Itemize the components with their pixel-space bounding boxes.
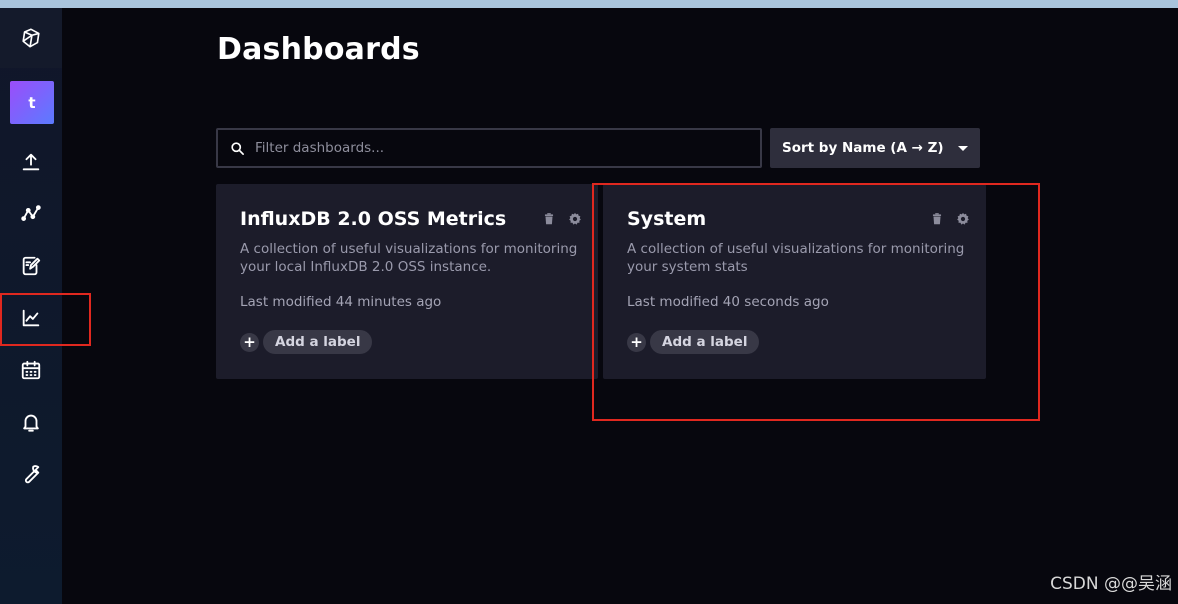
wrench-icon [24, 465, 40, 484]
trash-icon[interactable] [930, 212, 944, 226]
gear-icon[interactable] [568, 212, 582, 226]
influx-logo-icon [22, 28, 40, 48]
label-row: + Add a label [627, 330, 760, 354]
org-avatar[interactable]: t [10, 81, 54, 124]
add-label-button[interactable]: Add a label [263, 330, 373, 354]
sidebar-item-dashboards[interactable] [0, 296, 62, 340]
sort-dropdown-label: Sort by Name (A → Z) [782, 140, 944, 156]
add-label-plus-icon[interactable]: + [627, 332, 646, 352]
add-label-button[interactable]: Add a label [650, 330, 760, 354]
bell-icon [23, 414, 39, 432]
org-avatar-initial: t [28, 93, 36, 112]
search-box[interactable] [216, 128, 762, 168]
trash-icon[interactable] [542, 212, 556, 226]
dashboard-card-modified: Last modified 44 minutes ago [240, 294, 442, 310]
sidebar-item-data-explorer[interactable] [0, 192, 62, 236]
watermark: CSDN @@吴涵 [1050, 574, 1172, 594]
search-input[interactable] [255, 140, 745, 156]
dashboard-card[interactable]: System A collection of useful visualizat… [603, 184, 986, 379]
sidebar-item-tasks[interactable] [0, 348, 62, 392]
sidebar-item-load-data[interactable] [0, 140, 62, 184]
notebook-icon [22, 256, 41, 276]
dashboard-card-description: A collection of useful visualizations fo… [240, 241, 578, 275]
app-window: t Dashboards Filter dashboards... Sort b… [0, 8, 1178, 604]
calendar-icon [21, 360, 41, 380]
dashboards-icon [22, 309, 40, 327]
upload-icon [22, 153, 40, 171]
card-actions [930, 212, 970, 226]
gear-icon[interactable] [956, 212, 970, 226]
sidebar-item-alerts[interactable] [0, 400, 62, 444]
add-label-plus-icon[interactable]: + [240, 332, 259, 352]
data-explorer-icon [21, 205, 41, 221]
sort-dropdown[interactable]: Sort by Name (A → Z) [770, 128, 980, 168]
caret-down-icon [958, 145, 968, 151]
sidebar: t [0, 8, 62, 604]
influx-logo[interactable] [0, 8, 62, 68]
sidebar-item-notebooks[interactable] [0, 244, 62, 288]
search-icon [231, 141, 244, 155]
dashboard-card-title[interactable]: System [627, 208, 706, 230]
dashboard-card-title[interactable]: InfluxDB 2.0 OSS Metrics [240, 208, 506, 230]
label-row: + Add a label [240, 330, 373, 354]
card-actions [542, 212, 582, 226]
page-title: Dashboards [217, 32, 420, 67]
dashboard-card[interactable]: InfluxDB 2.0 OSS Metrics A collection of… [216, 184, 598, 379]
dashboard-card-description: A collection of useful visualizations fo… [627, 241, 965, 275]
dashboard-card-modified: Last modified 40 seconds ago [627, 294, 829, 310]
sidebar-item-settings[interactable] [0, 452, 62, 496]
